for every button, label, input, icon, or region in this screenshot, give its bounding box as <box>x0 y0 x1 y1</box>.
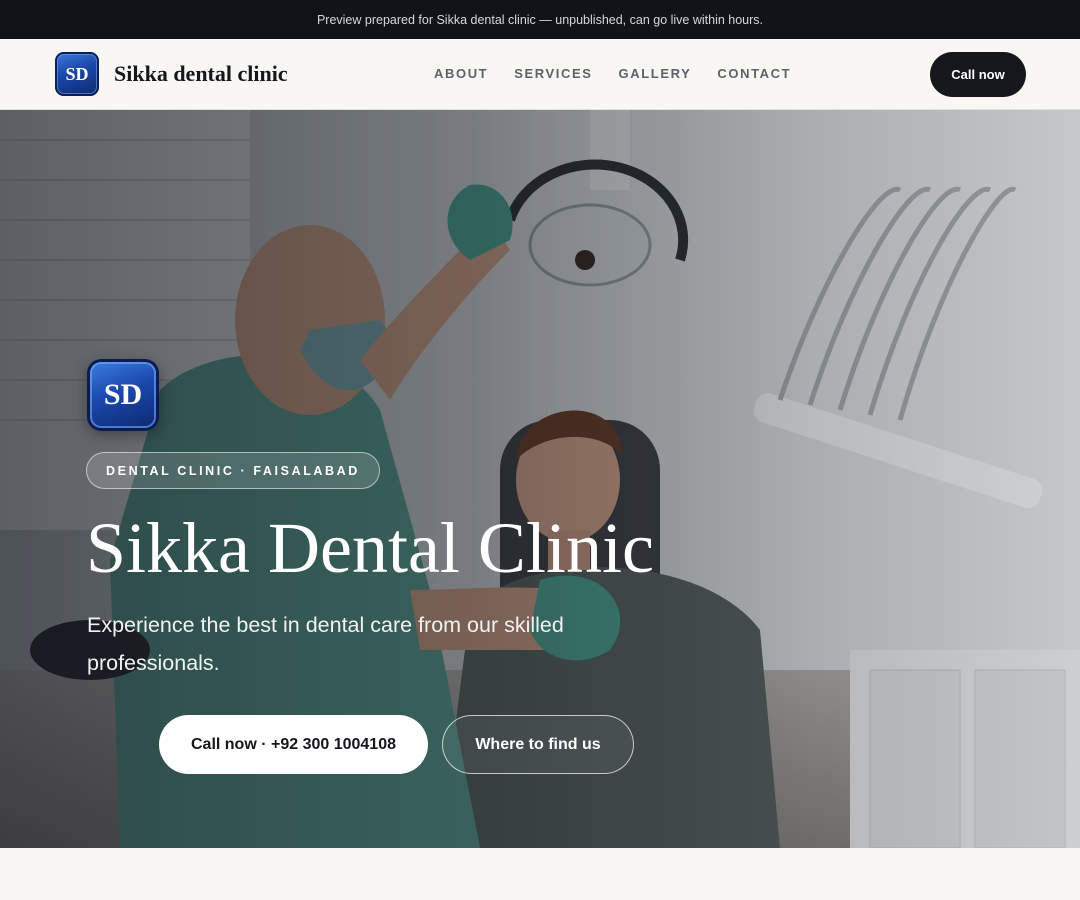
hero-subtitle: Experience the best in dental care from … <box>87 613 564 675</box>
logo-initials: SD <box>65 63 89 84</box>
brand-name[interactable]: Sikka dental clinic <box>114 61 288 87</box>
preview-notice-bar: Preview prepared for Sikka dental clinic… <box>0 0 1080 39</box>
clinic-logo-icon[interactable]: SD <box>55 52 99 96</box>
hero-eyebrow-pill: DENTAL CLINIC · FAISALABAD <box>86 452 380 489</box>
nav-link-gallery[interactable]: GALLERY <box>619 66 692 81</box>
hero-find-us-button[interactable]: Where to find us <box>442 715 634 774</box>
next-section <box>0 848 1080 900</box>
hero-logo-icon: SD <box>87 359 159 431</box>
hero-logo-initials: SD <box>103 378 143 411</box>
main-nav: ABOUT SERVICES GALLERY CONTACT <box>434 66 791 81</box>
site-header: SD Sikka dental clinic ABOUT SERVICES GA… <box>0 39 1080 110</box>
nav-link-services[interactable]: SERVICES <box>514 66 592 81</box>
preview-notice-text: Preview prepared for Sikka dental clinic… <box>316 12 764 27</box>
header-call-now-button[interactable]: Call now <box>930 52 1026 97</box>
hero-section: SD DENTAL CLINIC · FAISALABAD Sikka Dent… <box>0 110 1080 848</box>
hero-call-button[interactable]: Call now · +92 300 1004108 <box>159 715 428 774</box>
nav-link-about[interactable]: ABOUT <box>434 66 488 81</box>
hero-title: Sikka Dental Clinic <box>86 508 654 588</box>
nav-link-contact[interactable]: CONTACT <box>717 66 791 81</box>
